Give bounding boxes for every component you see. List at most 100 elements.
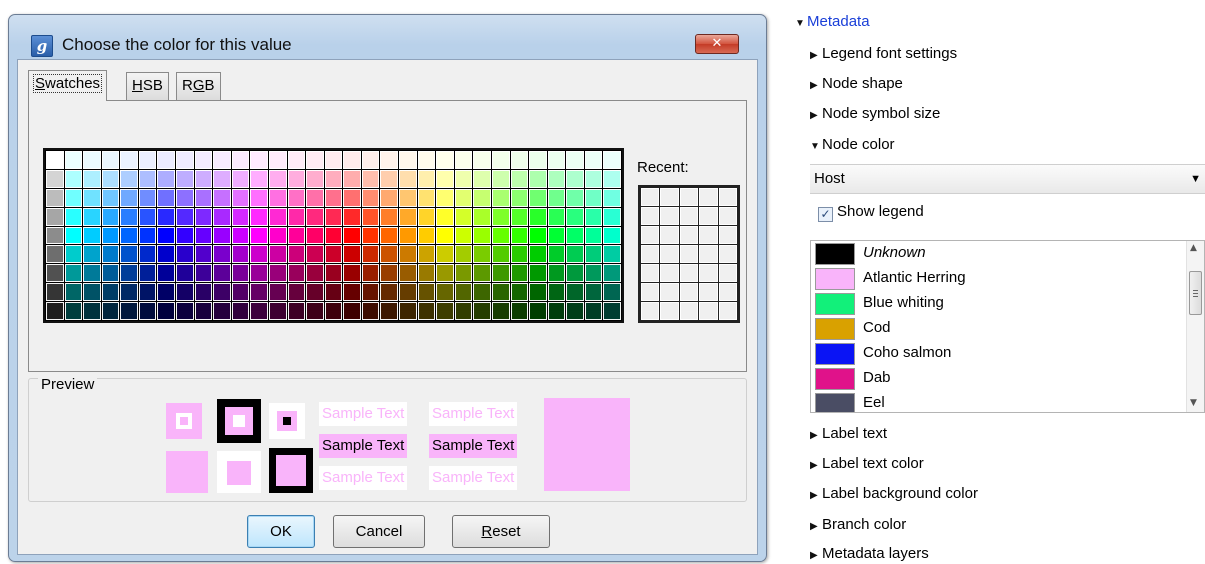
color-swatch[interactable] (194, 169, 213, 188)
color-swatch[interactable] (361, 169, 380, 188)
recent-swatch[interactable] (660, 226, 679, 244)
color-swatch[interactable] (157, 169, 176, 188)
color-swatch[interactable] (287, 245, 306, 264)
color-swatch[interactable] (510, 169, 529, 188)
color-swatch[interactable] (566, 245, 584, 264)
color-swatch[interactable] (473, 169, 491, 188)
color-swatch[interactable] (83, 226, 101, 245)
color-swatch[interactable] (380, 283, 399, 302)
color-swatch[interactable] (46, 283, 64, 302)
color-swatch[interactable] (83, 207, 101, 226)
color-swatch[interactable] (194, 264, 213, 283)
color-swatch[interactable] (231, 151, 250, 169)
color-swatch[interactable] (46, 245, 64, 264)
color-swatch[interactable] (454, 264, 473, 283)
color-swatch[interactable] (138, 169, 157, 188)
color-swatch[interactable] (510, 151, 529, 169)
recent-swatch-grid[interactable] (638, 185, 740, 323)
color-swatch[interactable] (231, 169, 250, 188)
color-swatch[interactable] (343, 245, 361, 264)
color-swatch[interactable] (361, 207, 380, 226)
color-swatch[interactable] (176, 226, 194, 245)
color-swatch[interactable] (64, 264, 83, 283)
color-swatch[interactable] (473, 302, 491, 320)
color-swatch[interactable] (268, 169, 287, 188)
color-swatch[interactable] (361, 283, 380, 302)
color-swatch[interactable] (287, 188, 306, 207)
color-swatch[interactable] (194, 188, 213, 207)
color-swatch[interactable] (324, 226, 343, 245)
color-swatch[interactable] (101, 226, 120, 245)
color-swatch[interactable] (306, 188, 324, 207)
recent-swatch[interactable] (679, 264, 699, 282)
color-swatch[interactable] (46, 151, 64, 169)
color-swatch[interactable] (566, 283, 584, 302)
color-swatch[interactable] (566, 226, 584, 245)
color-swatch[interactable] (473, 188, 491, 207)
color-swatch[interactable] (64, 283, 83, 302)
color-swatch[interactable] (417, 151, 436, 169)
color-swatch[interactable] (231, 283, 250, 302)
color-swatch[interactable] (454, 226, 473, 245)
color-swatch[interactable] (361, 264, 380, 283)
color-swatch[interactable] (603, 188, 621, 207)
color-swatch[interactable] (213, 151, 231, 169)
recent-swatch[interactable] (718, 207, 737, 225)
recent-swatch[interactable] (660, 188, 679, 206)
color-swatch[interactable] (268, 302, 287, 320)
color-swatch[interactable] (120, 169, 138, 188)
color-swatch[interactable] (157, 226, 176, 245)
color-swatch[interactable] (268, 245, 287, 264)
color-swatch[interactable] (231, 264, 250, 283)
recent-swatch[interactable] (660, 283, 679, 301)
color-swatch[interactable] (510, 207, 529, 226)
color-swatch[interactable] (399, 226, 417, 245)
recent-swatch[interactable] (641, 226, 660, 244)
color-swatch[interactable] (473, 151, 491, 169)
color-swatch[interactable] (101, 264, 120, 283)
color-swatch[interactable] (324, 264, 343, 283)
color-swatch[interactable] (529, 264, 547, 283)
show-legend-checkbox[interactable]: ✓ (818, 207, 833, 222)
color-swatch[interactable] (529, 302, 547, 320)
section-label-text-color[interactable]: ▶ Label text color (810, 455, 924, 472)
recent-swatch[interactable] (699, 264, 718, 282)
color-swatch[interactable] (584, 226, 603, 245)
section-node-symbol-size[interactable]: ▶ Node symbol size (810, 105, 940, 122)
color-swatch[interactable] (83, 188, 101, 207)
color-swatch[interactable] (529, 188, 547, 207)
color-swatch[interactable] (491, 302, 510, 320)
legend-color-swatch[interactable] (815, 368, 855, 390)
color-swatch[interactable] (46, 302, 64, 320)
color-swatch[interactable] (491, 226, 510, 245)
recent-swatch[interactable] (660, 245, 679, 263)
color-swatch[interactable] (306, 283, 324, 302)
recent-swatch[interactable] (679, 302, 699, 320)
color-swatch[interactable] (287, 151, 306, 169)
legend-scrollbar[interactable]: ▲ ▼ (1186, 241, 1204, 412)
color-swatch[interactable] (101, 245, 120, 264)
color-swatch[interactable] (176, 245, 194, 264)
color-swatch[interactable] (566, 302, 584, 320)
color-swatch[interactable] (324, 207, 343, 226)
color-swatch[interactable] (380, 226, 399, 245)
color-swatch[interactable] (436, 226, 454, 245)
color-swatch[interactable] (250, 264, 268, 283)
legend-color-swatch[interactable] (815, 318, 855, 340)
color-swatch[interactable] (231, 226, 250, 245)
color-swatch[interactable] (436, 283, 454, 302)
color-swatch[interactable] (417, 207, 436, 226)
color-swatch[interactable] (436, 207, 454, 226)
color-swatch[interactable] (343, 283, 361, 302)
color-swatch[interactable] (380, 169, 399, 188)
color-swatch[interactable] (306, 245, 324, 264)
color-swatch[interactable] (584, 302, 603, 320)
color-swatch[interactable] (250, 151, 268, 169)
color-swatch[interactable] (454, 151, 473, 169)
color-swatch[interactable] (343, 302, 361, 320)
recent-swatch[interactable] (641, 188, 660, 206)
color-swatch[interactable] (473, 245, 491, 264)
recent-swatch[interactable] (660, 264, 679, 282)
color-swatch[interactable] (176, 207, 194, 226)
color-swatch[interactable] (120, 302, 138, 320)
